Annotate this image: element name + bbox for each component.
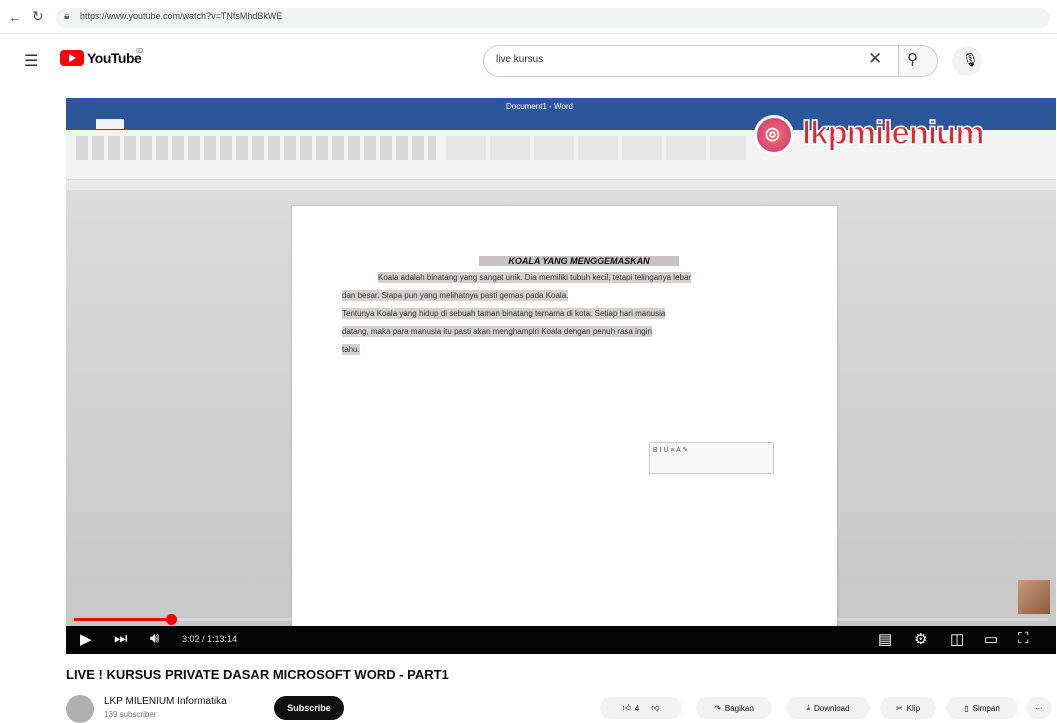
youtube-logo-icon[interactable] (60, 50, 84, 66)
save-label: Simpan (972, 703, 1000, 713)
subscriber-count: 139 subscriber (104, 710, 157, 719)
share-label: Bagikan (724, 703, 754, 713)
scissors-icon: ✂ (895, 703, 903, 713)
like-dislike-group: 👍︎ 4 👎︎ (600, 697, 682, 719)
channel-name[interactable]: LKP MILENIUM Informatika (104, 696, 227, 707)
subtitles-icon[interactable]: ▤ (878, 630, 892, 648)
share-button[interactable]: ↷ Bagikan (696, 697, 772, 719)
miniplayer-icon[interactable]: ◫ (950, 630, 964, 648)
url-text[interactable]: https://www.youtube.com/watch?v=TNfsMhdB… (80, 11, 282, 21)
menu-icon[interactable]: ☰ (24, 51, 38, 71)
lock-icon: 🔒︎ (64, 11, 70, 22)
clear-search-icon[interactable]: ✕ (868, 49, 882, 69)
browser-toolbar: ← ↻ 🔒︎ https://www.youtube.com/watch?v=T… (0, 0, 1057, 34)
youtube-wordmark[interactable]: YouTube (87, 50, 142, 66)
video-title: LIVE ! KURSUS PRIVATE DASAR MICROSOFT WO… (66, 667, 449, 682)
clip-label: Klip (906, 703, 921, 713)
like-count[interactable]: 4 (635, 704, 639, 713)
time-display: 3:02 / 1:13:14 (182, 634, 238, 644)
bookmark-icon: ▯ (964, 703, 969, 713)
download-icon: ⤓ (806, 703, 810, 712)
word-font-controls (76, 136, 436, 160)
word-app-title: Document1 - Word (506, 102, 573, 111)
settings-gear-icon[interactable]: ⚙ (914, 630, 927, 648)
back-arrow-icon[interactable]: ← (8, 9, 22, 25)
search-input[interactable] (496, 54, 856, 65)
document-page: KOALA YANG MENGGEMASKAN Koala adalah bin… (292, 206, 837, 626)
play-icon[interactable]: ▶ (80, 630, 92, 648)
document-title: KOALA YANG MENGGEMASKAN (479, 256, 679, 266)
video-player[interactable]: Document1 - Word KOALA YANG MENGGEMASKAN… (66, 98, 1056, 654)
word-mini-toolbar: B I U ≡ A ✎ (649, 442, 774, 474)
country-code: ID (136, 48, 143, 55)
search-icon[interactable]: ⚲ (907, 50, 918, 68)
word-home-tab (96, 119, 124, 129)
theater-mode-icon[interactable]: ▭ (984, 630, 998, 648)
more-actions-button[interactable]: ··· (1026, 697, 1052, 719)
progress-played (74, 618, 172, 621)
word-styles-gallery (446, 136, 746, 160)
reload-icon[interactable]: ↻ (32, 8, 44, 25)
microphone-icon[interactable]: 🎙︎ (962, 52, 979, 68)
volume-icon[interactable]: 🔊︎ (150, 630, 159, 647)
progress-bar[interactable] (74, 618, 1048, 621)
document-line: Tentunya Koala yang hidup di sebuah tama… (342, 308, 666, 319)
presenter-thumbnail (1018, 580, 1050, 614)
document-line: datang, maka para manusia itu pasti akan… (342, 326, 652, 337)
document-line: tahu. (342, 344, 360, 355)
fullscreen-icon[interactable]: ⛶ (1018, 630, 1029, 647)
thumbs-down-icon[interactable]: 👎︎ (651, 703, 659, 713)
next-icon[interactable]: ⏭ (114, 630, 128, 647)
clip-button[interactable]: ✂ Klip (880, 697, 936, 719)
download-label: Download (813, 703, 850, 713)
camera-icon: ◎ (765, 124, 780, 143)
word-ruler (66, 180, 1056, 190)
player-controls: ▶ ⏭ 🔊︎ 3:02 / 1:13:14 ▤ ⚙ ◫ ▭ ⛶ (66, 626, 1056, 654)
thumbs-up-icon[interactable]: 👍︎ (623, 703, 631, 713)
download-button[interactable]: ⤓ Download (786, 697, 870, 719)
channel-watermark: ◎ lkpmilenium (754, 110, 1049, 156)
more-icon: ··· (1035, 703, 1043, 713)
document-line: dan besar. Siapa pun yang melihatnya pas… (342, 290, 569, 301)
search-button[interactable] (898, 45, 938, 77)
subscribe-button[interactable]: Subscribe (274, 696, 344, 720)
document-line: Koala adalah binatang yang sangat unik. … (378, 272, 692, 283)
brand-text: lkpmilenium (801, 113, 985, 152)
save-button[interactable]: ▯ Simpan (946, 697, 1018, 719)
share-icon: ↷ (714, 703, 721, 713)
